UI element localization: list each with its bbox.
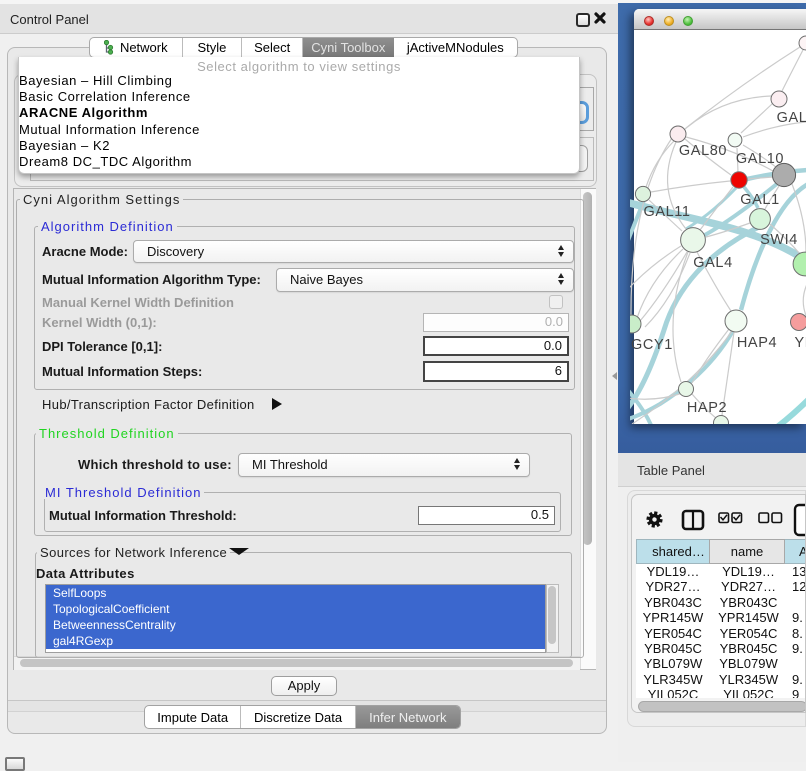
svg-text:GAL4: GAL4 — [693, 255, 732, 271]
svg-text:GAL11: GAL11 — [643, 204, 690, 220]
svg-text:GAL10: GAL10 — [736, 151, 784, 167]
svg-text:GAL80: GAL80 — [679, 143, 727, 159]
svg-text:YM: YM — [795, 335, 806, 351]
svg-text:HAP2: HAP2 — [687, 400, 727, 416]
svg-text:GAL: GAL — [777, 110, 806, 126]
svg-text:HAP4: HAP4 — [737, 335, 777, 351]
svg-text:SWI4: SWI4 — [760, 232, 798, 248]
svg-text:GCY1: GCY1 — [631, 337, 673, 353]
svg-text:GAL1: GAL1 — [740, 192, 779, 208]
